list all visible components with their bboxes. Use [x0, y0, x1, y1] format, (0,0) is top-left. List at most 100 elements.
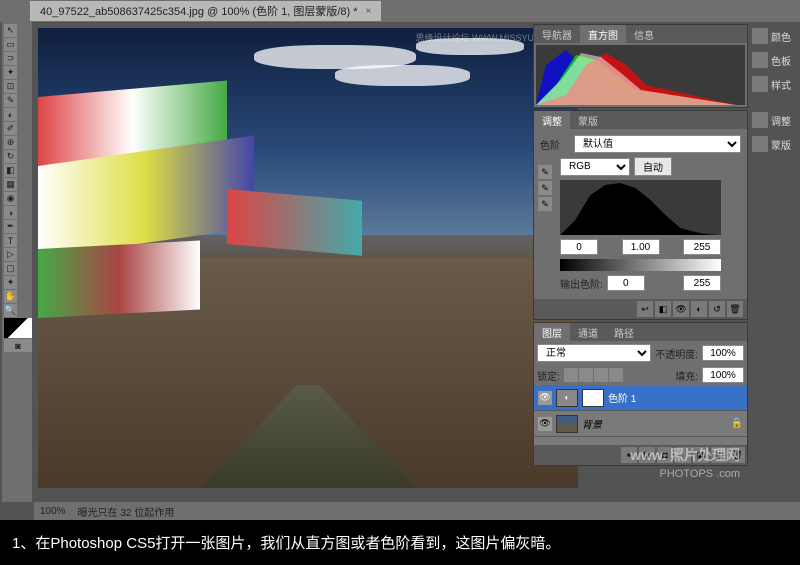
tutorial-caption: 1、在Photoshop CS5打开一张图片，我们从直方图或者色阶看到，这图片偏…: [0, 520, 800, 565]
tab-navigator[interactable]: 导航器: [534, 25, 580, 43]
auto-button[interactable]: 自动: [634, 157, 672, 176]
previous-icon[interactable]: ◐: [691, 301, 707, 317]
status-bar: 100% 曝光只在 32 位起作用: [34, 502, 800, 520]
layer-controls-row2: 锁定: 填充:: [534, 365, 747, 385]
zoom-tool-icon[interactable]: 🔍: [4, 304, 17, 317]
styles-panel-toggle[interactable]: 样式: [750, 74, 798, 94]
gray-eyedropper-icon[interactable]: ✎: [538, 181, 552, 195]
layer-thumb[interactable]: [556, 415, 578, 433]
healing-tool-icon[interactable]: ◐: [4, 108, 17, 121]
reset-icon[interactable]: ↺: [709, 301, 725, 317]
crop-tool-icon[interactable]: ⊡: [4, 80, 17, 93]
levels-adjustment: 色阶 默认值 RGB 自动 ✎ ✎ ✎: [534, 129, 747, 299]
input-levels-row: [560, 239, 721, 255]
clip-icon[interactable]: ◧: [655, 301, 671, 317]
close-icon[interactable]: ×: [366, 6, 372, 17]
quickmask-icon[interactable]: ◙: [4, 339, 32, 352]
layer-item[interactable]: 👁 ◐ 色阶 1: [534, 385, 747, 411]
lasso-tool-icon[interactable]: ⊃: [4, 52, 17, 65]
adjustment-type-label: 色阶: [540, 137, 570, 152]
white-eyedropper-icon[interactable]: ✎: [538, 197, 552, 211]
gradient-tool-icon[interactable]: ▦: [4, 178, 17, 191]
output-white-field[interactable]: [683, 275, 721, 291]
tab-adjustments[interactable]: 调整: [534, 111, 570, 129]
lock-all-icon[interactable]: [609, 368, 623, 382]
adjustment-thumb-icon[interactable]: ◐: [556, 389, 578, 407]
tab-channels[interactable]: 通道: [570, 323, 606, 341]
color-panel-toggle[interactable]: 颜色: [750, 26, 798, 46]
layer-item[interactable]: 👁 背景 🔒: [534, 411, 747, 437]
fg-bg-color-icon[interactable]: [4, 318, 32, 338]
output-label: 输出色阶:: [560, 276, 603, 291]
layer-name: 背景: [582, 416, 602, 431]
eraser-tool-icon[interactable]: ◧: [4, 164, 17, 177]
histogram-display: [536, 45, 745, 105]
opacity-label: 不透明度:: [655, 346, 698, 361]
document-tab[interactable]: 40_97522_ab508637425c354.jpg @ 100% (色阶 …: [30, 1, 381, 21]
document-tab-title: 40_97522_ab508637425c354.jpg @ 100% (色阶 …: [40, 3, 358, 19]
layer-mask-thumb[interactable]: [582, 389, 604, 407]
tab-masks[interactable]: 蒙版: [570, 111, 606, 129]
levels-histogram: [560, 180, 721, 235]
history-brush-icon[interactable]: ↻: [4, 150, 17, 163]
output-gradient[interactable]: [560, 259, 721, 271]
histogram-panel: 导航器 直方图 信息: [533, 24, 748, 108]
visibility-icon[interactable]: 👁: [673, 301, 689, 317]
adjustments-panel: 调整 蒙版 色阶 默认值 RGB 自动 ✎ ✎ ✎: [533, 110, 748, 320]
shape-tool-icon[interactable]: ▢: [4, 262, 17, 275]
opacity-input[interactable]: [702, 345, 744, 361]
panel-stack: 导航器 直方图 信息 调整 蒙版 色阶: [533, 24, 748, 466]
adjustments-panel-toggle[interactable]: 调整: [750, 110, 798, 130]
input-black-field[interactable]: [560, 239, 598, 255]
prayer-flag: [38, 240, 200, 317]
tab-layers[interactable]: 图层: [534, 323, 570, 341]
layers-tabs: 图层 通道 路径: [534, 323, 747, 341]
brush-tool-icon[interactable]: ✐: [4, 122, 17, 135]
path-tool-icon[interactable]: ▷: [4, 248, 17, 261]
lock-label: 锁定:: [537, 368, 560, 383]
tab-info[interactable]: 信息: [626, 25, 662, 43]
preset-select[interactable]: 默认值: [574, 135, 741, 153]
watermark-url: PHOTOPS .com: [660, 468, 740, 480]
tab-paths[interactable]: 路径: [606, 323, 642, 341]
layer-list: 👁 ◐ 色阶 1 👁 背景 🔒: [534, 385, 747, 445]
input-mid-field[interactable]: [622, 239, 660, 255]
color-icon: [752, 28, 768, 44]
hand-tool-icon[interactable]: ✋: [4, 290, 17, 303]
move-tool-icon[interactable]: ↖: [4, 24, 17, 37]
side-panel-labels: 颜色 色板 样式 调整 蒙版: [750, 26, 798, 154]
stamp-tool-icon[interactable]: ⊕: [4, 136, 17, 149]
dodge-tool-icon[interactable]: ◑: [4, 206, 17, 219]
output-black-field[interactable]: [607, 275, 645, 291]
tab-histogram[interactable]: 直方图: [580, 25, 626, 43]
input-white-field[interactable]: [683, 239, 721, 255]
histogram-tabs: 导航器 直方图 信息: [534, 25, 747, 43]
wand-tool-icon[interactable]: ✦: [4, 66, 17, 79]
styles-icon: [752, 76, 768, 92]
blend-mode-select[interactable]: 正常: [537, 344, 651, 362]
blur-tool-icon[interactable]: ◉: [4, 192, 17, 205]
return-icon[interactable]: ↩: [637, 301, 653, 317]
caption-text: 1、在Photoshop CS5打开一张图片，我们从直方图或者色阶看到，这图片偏…: [12, 532, 560, 553]
channel-select[interactable]: RGB: [560, 158, 630, 176]
status-info: 曝光只在 32 位起作用: [78, 504, 175, 519]
lock-position-icon[interactable]: [594, 368, 608, 382]
fill-label: 填充:: [675, 368, 698, 383]
type-tool-icon[interactable]: T: [4, 234, 17, 247]
marquee-tool-icon[interactable]: ▭: [4, 38, 17, 51]
black-eyedropper-icon[interactable]: ✎: [538, 165, 552, 179]
masks-panel-toggle[interactable]: 蒙版: [750, 134, 798, 154]
lock-transparency-icon[interactable]: [564, 368, 578, 382]
pen-tool-icon[interactable]: ✒: [4, 220, 17, 233]
zoom-level[interactable]: 100%: [40, 506, 66, 517]
eyedropper-tool-icon[interactable]: ✎: [4, 94, 17, 107]
visibility-toggle-icon[interactable]: 👁: [538, 391, 552, 405]
prayer-flag: [227, 189, 362, 256]
delete-icon[interactable]: 🗑: [727, 301, 743, 317]
fill-input[interactable]: [702, 367, 744, 383]
visibility-toggle-icon[interactable]: 👁: [538, 417, 552, 431]
3d-tool-icon[interactable]: ✦: [4, 276, 17, 289]
swatches-panel-toggle[interactable]: 色板: [750, 50, 798, 70]
image-canvas[interactable]: 思缘设计论坛 WWW.MISSYUAN.COM: [38, 28, 578, 488]
lock-pixels-icon[interactable]: [579, 368, 593, 382]
